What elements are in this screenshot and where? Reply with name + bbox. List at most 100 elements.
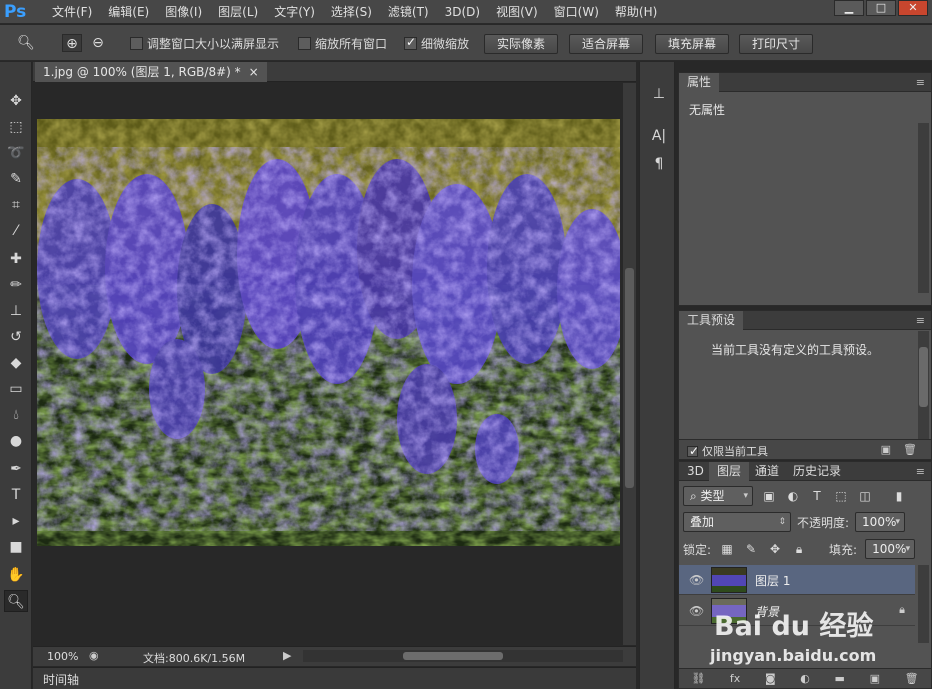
zoom-level[interactable]: 100%: [47, 650, 78, 663]
menu-window[interactable]: 窗口(W): [546, 3, 607, 21]
zoom-all-checkbox[interactable]: [298, 37, 311, 50]
menu-view[interactable]: 视图(V): [488, 3, 546, 21]
current-tool-only-option[interactable]: 仅限当前工具: [687, 443, 768, 459]
timeline-bar[interactable]: 时间轴: [33, 667, 636, 689]
zoom-all-option[interactable]: 缩放所有窗口: [298, 35, 387, 52]
status-menu-arrow-icon[interactable]: ▶: [283, 649, 291, 662]
horizontal-scroll-thumb[interactable]: [403, 652, 503, 660]
layer-style-icon[interactable]: fx: [730, 672, 740, 685]
zoom-in-icon[interactable]: ⊕: [62, 34, 82, 52]
layer-row[interactable]: 👁︎ 背景 🔒︎: [679, 596, 915, 626]
filter-shape-icon[interactable]: ⬚: [833, 488, 849, 504]
image-canvas[interactable]: [37, 119, 620, 546]
shape-tool-icon[interactable]: ■: [4, 536, 28, 558]
menu-image[interactable]: 图像(I): [157, 3, 210, 21]
visibility-eye-icon[interactable]: 👁︎: [689, 573, 704, 587]
filter-adjustment-icon[interactable]: ◐: [785, 488, 801, 504]
menu-layer[interactable]: 图层(L): [210, 3, 266, 21]
properties-tab[interactable]: 属性: [679, 73, 720, 92]
lasso-tool-icon[interactable]: ➰: [4, 142, 28, 164]
zoom-out-icon[interactable]: ⊖: [88, 34, 108, 52]
character-panel-icon[interactable]: A|: [649, 126, 669, 146]
blend-mode-dropdown[interactable]: 叠加 ⇕: [683, 512, 791, 532]
eyedropper-tool-icon[interactable]: ⁄: [4, 220, 28, 242]
paragraph-panel-icon[interactable]: ¶: [649, 154, 669, 174]
print-size-button[interactable]: 打印尺寸: [739, 34, 814, 54]
minimize-icon[interactable]: ▁: [834, 0, 864, 16]
tab-3d[interactable]: 3D: [679, 462, 712, 481]
quick-select-tool-icon[interactable]: ✎: [4, 168, 28, 190]
menu-file[interactable]: 文件(F): [44, 3, 100, 21]
path-select-tool-icon[interactable]: ▸: [4, 510, 28, 532]
dodge-tool-icon[interactable]: ●: [4, 430, 28, 452]
lock-position-icon[interactable]: ✥: [767, 541, 783, 557]
status-info-icon[interactable]: ◉: [89, 649, 99, 662]
zoom-tool-icon[interactable]: 🔍︎: [16, 34, 36, 52]
lock-pixels-icon[interactable]: ✎: [743, 541, 759, 557]
resize-window-checkbox[interactable]: [130, 37, 143, 50]
panel-menu-icon[interactable]: ≡: [916, 314, 925, 327]
type-tool-icon[interactable]: T: [4, 484, 28, 506]
gradient-tool-icon[interactable]: ▭: [4, 378, 28, 400]
tab-history[interactable]: 历史记录: [785, 462, 849, 481]
filter-toggle-icon[interactable]: ▮: [891, 488, 907, 504]
new-group-icon[interactable]: ▬: [835, 672, 845, 685]
resize-window-option[interactable]: 调整窗口大小以满屏显示: [130, 35, 279, 52]
canvas-area[interactable]: [33, 83, 623, 645]
layer-filter-dropdown[interactable]: ⌕ 类型 ▾: [683, 486, 753, 506]
hand-tool-icon[interactable]: ✋: [4, 564, 28, 586]
current-tool-only-checkbox[interactable]: [687, 444, 699, 458]
link-layers-icon[interactable]: ⛓: [691, 672, 705, 685]
close-icon[interactable]: ✕: [898, 0, 928, 16]
history-brush-tool-icon[interactable]: ↺: [4, 326, 28, 348]
canvas-horizontal-scrollbar[interactable]: [303, 650, 623, 662]
layers-scrollbar[interactable]: [918, 565, 929, 643]
lock-transparent-icon[interactable]: ▦: [719, 541, 735, 557]
tab-channels[interactable]: 通道: [747, 462, 787, 481]
layer-name[interactable]: 图层 1: [755, 572, 790, 589]
menu-type[interactable]: 文字(Y): [266, 3, 323, 21]
tab-layers[interactable]: 图层: [709, 462, 750, 481]
properties-scrollbar[interactable]: [918, 123, 929, 293]
filter-smart-object-icon[interactable]: ◫: [857, 488, 873, 504]
clone-source-icon[interactable]: ⊥: [649, 84, 669, 104]
opacity-input[interactable]: 100% ▾: [855, 512, 906, 532]
fill-screen-button[interactable]: 填充屏幕: [655, 34, 730, 54]
menu-edit[interactable]: 编辑(E): [100, 3, 157, 21]
menu-3d[interactable]: 3D(D): [437, 3, 488, 21]
brush-tool-icon[interactable]: ✏: [4, 274, 28, 296]
fill-input[interactable]: 100% ▾: [865, 539, 916, 559]
layer-row[interactable]: 👁︎ 图层 1: [679, 565, 915, 595]
panel-menu-icon[interactable]: ≡: [916, 76, 925, 89]
scrubby-zoom-checkbox[interactable]: [404, 35, 417, 50]
zoom-tool-icon-sidebar[interactable]: 🔍︎: [4, 590, 28, 612]
filter-pixel-icon[interactable]: ▣: [761, 488, 777, 504]
layer-name[interactable]: 背景: [755, 603, 779, 620]
tool-presets-tab[interactable]: 工具预设: [679, 311, 744, 330]
vertical-scroll-thumb[interactable]: [625, 268, 634, 488]
pen-tool-icon[interactable]: ✒: [4, 458, 28, 480]
document-tab[interactable]: 1.jpg @ 100% (图层 1, RGB/8#) * ×: [35, 62, 267, 82]
fit-screen-button[interactable]: 适合屏幕: [569, 34, 644, 54]
lock-all-icon[interactable]: 🔒︎: [791, 541, 807, 557]
panel-menu-icon[interactable]: ≡: [916, 465, 925, 478]
menu-select[interactable]: 选择(S): [323, 3, 380, 21]
menu-filter[interactable]: 滤镜(T): [380, 3, 437, 21]
healing-brush-tool-icon[interactable]: ✚: [4, 248, 28, 270]
adjustment-layer-icon[interactable]: ◐: [800, 672, 810, 685]
actual-pixels-button[interactable]: 实际像素: [484, 34, 559, 54]
scrubby-zoom-option[interactable]: 细微缩放: [404, 35, 469, 52]
add-mask-icon[interactable]: ◙: [765, 672, 776, 685]
blur-tool-icon[interactable]: 💧︎: [4, 404, 28, 426]
visibility-eye-icon[interactable]: 👁︎: [689, 604, 704, 618]
crop-tool-icon[interactable]: ⌗: [4, 194, 28, 216]
new-preset-icon[interactable]: ▣: [881, 443, 891, 456]
filter-type-icon[interactable]: T: [809, 488, 825, 504]
canvas-vertical-scrollbar[interactable]: [623, 83, 636, 645]
menu-help[interactable]: 帮助(H): [607, 3, 665, 21]
document-tab-close-icon[interactable]: ×: [249, 62, 259, 82]
presets-scroll-thumb[interactable]: [919, 347, 928, 407]
clone-stamp-tool-icon[interactable]: ⊥: [4, 300, 28, 322]
delete-layer-icon[interactable]: 🗑︎: [905, 672, 919, 685]
presets-scrollbar[interactable]: [918, 331, 929, 439]
